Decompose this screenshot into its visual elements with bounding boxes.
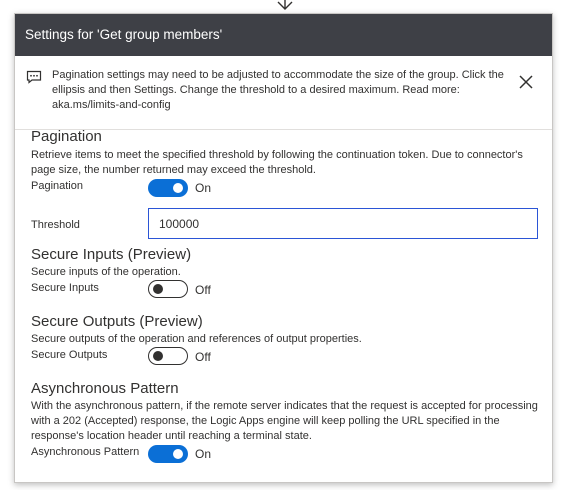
- toggle-knob: [153, 284, 163, 294]
- threshold-label: Threshold: [31, 219, 80, 231]
- secure-outputs-toggle[interactable]: [148, 347, 188, 365]
- pagination-state: On: [195, 181, 212, 195]
- notice-text: Pagination settings may need to be adjus…: [52, 69, 504, 111]
- message-icon: [26, 70, 42, 84]
- pagination-toggle[interactable]: [148, 179, 188, 197]
- secure-outputs-toggle-label: Secure Outputs: [31, 349, 108, 361]
- pagination-title: Pagination: [31, 128, 102, 145]
- async-title: Asynchronous Pattern: [31, 380, 179, 397]
- secure-inputs-description: Secure inputs of the operation.: [31, 266, 181, 278]
- secure-inputs-title: Secure Inputs (Preview): [31, 246, 192, 263]
- pagination-notice: Pagination settings may need to be adjus…: [15, 56, 552, 130]
- threshold-input[interactable]: [148, 208, 538, 239]
- async-toggle[interactable]: [148, 445, 188, 463]
- panel-title: Settings for 'Get group members': [15, 14, 552, 56]
- secure-outputs-state: Off: [195, 350, 211, 364]
- toggle-knob: [173, 183, 183, 193]
- connector-arrow-icon: [277, 0, 293, 10]
- settings-panel: Settings for 'Get group members' Paginat…: [14, 13, 553, 483]
- toggle-knob: [173, 449, 183, 459]
- secure-outputs-title: Secure Outputs (Preview): [31, 313, 203, 330]
- async-description: With the asynchronous pattern, if the re…: [31, 400, 538, 442]
- secure-inputs-toggle-label: Secure Inputs: [31, 282, 99, 294]
- secure-inputs-toggle[interactable]: [148, 280, 188, 298]
- toggle-knob: [153, 351, 163, 361]
- pagination-description: Retrieve items to meet the specified thr…: [31, 149, 523, 176]
- secure-inputs-state: Off: [195, 283, 211, 297]
- secure-outputs-description: Secure outputs of the operation and refe…: [31, 333, 362, 345]
- async-toggle-label: Asynchronous Pattern: [31, 446, 140, 458]
- pagination-toggle-label: Pagination: [31, 180, 83, 192]
- close-icon[interactable]: [518, 74, 534, 90]
- async-state: On: [195, 447, 212, 461]
